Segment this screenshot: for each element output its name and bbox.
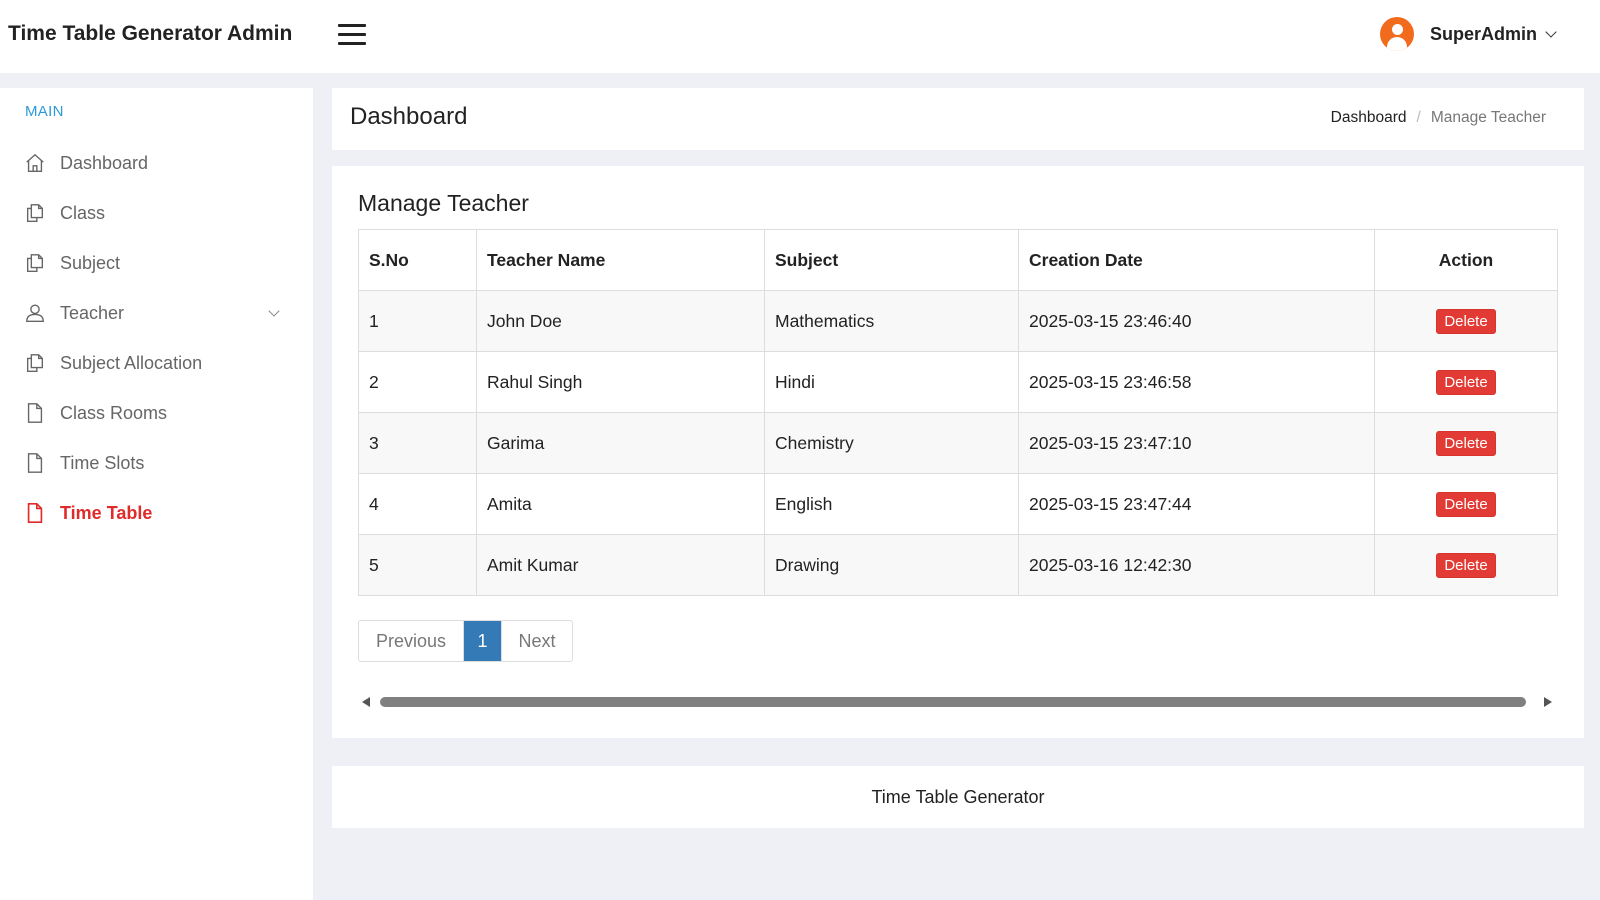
cell-teacher-name: Amita [476,473,765,535]
sidebar-item-subject[interactable]: Subject [0,238,313,288]
page-1-button[interactable]: 1 [464,621,501,661]
cell-sno: 2 [358,351,477,413]
cell-teacher-name: John Doe [476,290,765,352]
cell-subject: English [764,473,1019,535]
sidebar-menu: Dashboard Class Subject Teacher Subject … [0,138,313,538]
cell-action: Delete [1374,473,1558,535]
table-header-row: S.No Teacher Name Subject Creation Date … [358,229,1558,291]
breadcrumb-dashboard-link[interactable]: Dashboard [1331,109,1407,126]
file-icon [27,403,43,423]
cell-action: Delete [1374,290,1558,352]
cell-teacher-name: Amit Kumar [476,534,765,596]
sidebar-item-subject-allocation[interactable]: Subject Allocation [0,338,313,388]
cell-creation-date: 2025-03-15 23:47:10 [1018,412,1375,474]
files-icon [26,254,44,272]
sidebar-item-label: Class [60,202,106,223]
scrollbar-thumb[interactable] [380,697,1526,707]
scroll-left-icon[interactable] [362,697,370,707]
sidebar-item-label: Teacher [60,302,125,323]
page-header: Dashboard Dashboard / Manage Teacher [332,88,1584,150]
sidebar-heading: MAIN [25,103,64,120]
cell-creation-date: 2025-03-15 23:46:40 [1018,290,1375,352]
file-icon [27,453,43,473]
cell-teacher-name: Garima [476,412,765,474]
delete-button[interactable]: Delete [1436,308,1496,334]
column-header-action: Action [1374,229,1558,291]
sidebar-item-time-table[interactable]: Time Table [0,488,313,538]
sidebar-item-label: Subject Allocation [60,352,203,373]
cell-sno: 4 [358,473,477,535]
footer: Time Table Generator [332,766,1584,828]
user-menu[interactable]: SuperAdmin [1380,16,1557,52]
cell-creation-date: 2025-03-16 12:42:30 [1018,534,1375,596]
table-row: 1 John Doe Mathematics 2025-03-15 23:46:… [358,290,1558,352]
cell-sno: 3 [358,412,477,474]
cell-sno: 5 [358,534,477,596]
cell-subject: Chemistry [764,412,1019,474]
card-title: Manage Teacher [358,190,529,216]
app-title[interactable]: Time Table Generator Admin [8,22,292,46]
sidebar-item-label: Class Rooms [60,402,168,423]
sidebar-item-class-rooms[interactable]: Class Rooms [0,388,313,438]
files-icon [26,204,44,222]
cell-creation-date: 2025-03-15 23:46:58 [1018,351,1375,413]
chevron-down-icon [1545,25,1557,38]
previous-page-button[interactable]: Previous [359,621,464,661]
column-header-creation-date[interactable]: Creation Date [1018,229,1375,291]
cell-creation-date: 2025-03-15 23:47:44 [1018,473,1375,535]
top-bar: Time Table Generator Admin SuperAdmin [0,0,1600,73]
cell-subject: Drawing [764,534,1019,596]
table-row: 2 Rahul Singh Hindi 2025-03-15 23:46:58 … [358,351,1558,413]
scroll-right-icon[interactable] [1544,697,1552,707]
delete-button[interactable]: Delete [1436,369,1496,395]
sidebar-item-time-slots[interactable]: Time Slots [0,438,313,488]
sidebar: MAIN Dashboard Class Subject Teacher Sub… [0,88,313,900]
chevron-down-icon[interactable] [268,305,280,317]
file-icon [27,503,43,523]
table-row: 3 Garima Chemistry 2025-03-15 23:47:10 D… [358,412,1558,474]
sidebar-item-class[interactable]: Class [0,188,313,238]
user-name: SuperAdmin [1430,23,1538,44]
cell-action: Delete [1374,351,1558,413]
next-page-button[interactable]: Next [501,621,572,661]
delete-button[interactable]: Delete [1436,430,1496,456]
horizontal-scrollbar[interactable] [362,694,1552,710]
cell-action: Delete [1374,412,1558,474]
menu-toggle-icon[interactable] [338,24,366,46]
avatar [1380,17,1414,51]
pagination: Previous 1 Next [358,620,573,662]
cell-subject: Hindi [764,351,1019,413]
teacher-table: S.No Teacher Name Subject Creation Date … [358,229,1558,596]
cell-action: Delete [1374,534,1558,596]
table-row: 5 Amit Kumar Drawing 2025-03-16 12:42:30… [358,534,1558,596]
sidebar-item-label: Dashboard [60,152,149,173]
column-header-teacher-name[interactable]: Teacher Name [476,229,765,291]
table-row: 4 Amita English 2025-03-15 23:47:44 Dele… [358,473,1558,535]
footer-text: Time Table Generator [871,786,1045,807]
breadcrumb-current: Manage Teacher [1430,109,1546,126]
sidebar-item-label: Time Slots [60,452,145,473]
sidebar-item-teacher[interactable]: Teacher [0,288,313,338]
user-icon [26,304,44,322]
sidebar-item-dashboard[interactable]: Dashboard [0,138,313,188]
breadcrumb: Dashboard / Manage Teacher [1331,109,1546,127]
sidebar-item-label: Time Table [60,502,153,523]
cell-teacher-name: Rahul Singh [476,351,765,413]
cell-subject: Mathematics [764,290,1019,352]
column-header-subject[interactable]: Subject [764,229,1019,291]
manage-teacher-card: Manage Teacher S.No Teacher Name Subject… [332,166,1584,738]
cell-sno: 1 [358,290,477,352]
delete-button[interactable]: Delete [1436,552,1496,578]
files-icon [26,354,44,372]
page-title: Dashboard [350,103,468,130]
column-header-sno[interactable]: S.No [358,229,477,291]
breadcrumb-separator: / [1416,109,1421,126]
delete-button[interactable]: Delete [1436,491,1496,517]
home-icon [26,153,44,172]
sidebar-item-label: Subject [60,252,121,273]
